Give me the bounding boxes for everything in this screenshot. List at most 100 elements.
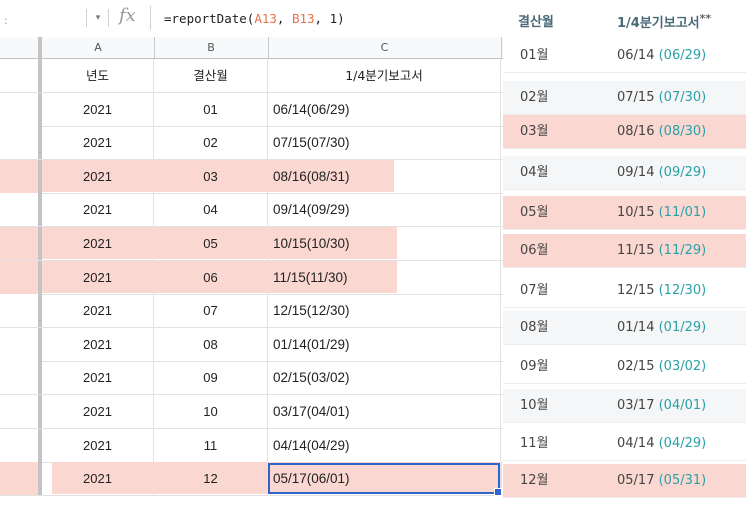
- cell-year[interactable]: 2021: [42, 395, 154, 428]
- reference-month: 11월: [520, 436, 549, 451]
- cell-report-date[interactable]: 01/14(01/29): [268, 327, 501, 361]
- reference-date-deadline: (04/29): [658, 436, 707, 451]
- reference-date: 04/14 (04/29): [617, 427, 737, 461]
- cell-report-date[interactable]: 04/14(04/29): [268, 428, 501, 462]
- reference-row: 06월 11/15 (11/29): [503, 234, 746, 268]
- cell-year[interactable]: 2021: [42, 159, 154, 193]
- reference-date-deadline: (11/29): [658, 243, 707, 258]
- spreadsheet: : ▾ fx =reportDate(A13, B13, 1) A B C 년도…: [0, 0, 503, 517]
- select-all-corner[interactable]: [0, 37, 42, 58]
- formula-separator: ,: [276, 11, 292, 26]
- cell-year[interactable]: 2021: [42, 294, 154, 328]
- cell-year[interactable]: 2021: [42, 260, 154, 294]
- reference-month: 06월: [520, 243, 549, 258]
- row-header[interactable]: [0, 92, 42, 126]
- cell-month[interactable]: 07: [154, 294, 268, 328]
- table-row: 2021 02 07/15(07/30): [0, 126, 503, 161]
- cell-report-date[interactable]: 07/15(07/30): [268, 126, 501, 160]
- reference-month: 05월: [520, 205, 549, 220]
- cell-month[interactable]: 12: [154, 462, 268, 496]
- cell-report-date[interactable]: 06/14(06/29): [268, 92, 501, 126]
- reference-row: 05월 10/15 (11/01): [503, 196, 746, 230]
- reference-row: 07월 12/15 (12/30): [503, 274, 746, 308]
- row-header[interactable]: [0, 428, 42, 462]
- row-header[interactable]: [0, 159, 42, 193]
- cell-report-date[interactable]: 10/15(10/30): [268, 227, 501, 260]
- reference-row: 09월 02/15 (03/02): [503, 350, 746, 384]
- cell-year[interactable]: 2021: [42, 361, 154, 395]
- cell-report-date[interactable]: 08/16(08/31): [268, 159, 501, 193]
- reference-month: 10월: [520, 398, 549, 413]
- cell-month[interactable]: 06: [154, 260, 268, 294]
- header-report: 1/4분기보고서**: [617, 12, 711, 31]
- reference-date-deadline: (07/30): [658, 90, 707, 105]
- table-row: 2021 09 02/15(03/02): [0, 361, 503, 396]
- reference-table: 결산월 1/4분기보고서** 01월 06/14 (06/29) 02월 07/15 …: [503, 0, 746, 517]
- divider: [86, 9, 87, 27]
- reference-date-deadline: (05/31): [658, 473, 707, 488]
- divider: [108, 9, 109, 27]
- row-header[interactable]: [0, 327, 42, 361]
- cell-year[interactable]: 2021: [42, 462, 154, 496]
- cell-month[interactable]: 08: [154, 327, 268, 361]
- reference-row: 02월 07/15 (07/30): [503, 81, 746, 115]
- reference-date-main: 01/14: [617, 320, 655, 335]
- cell-year[interactable]: 2021: [42, 193, 154, 227]
- row-header[interactable]: [0, 59, 42, 92]
- reference-month: 12월: [520, 473, 549, 488]
- cell-year[interactable]: 2021: [42, 227, 154, 260]
- cell-year[interactable]: 2021: [42, 327, 154, 361]
- row-header[interactable]: [0, 361, 42, 395]
- cell-report-date[interactable]: 12/15(12/30): [268, 294, 501, 328]
- reference-date-deadline: (01/29): [658, 320, 707, 335]
- cell-report-date[interactable]: 09/14(09/29): [268, 193, 501, 227]
- cell-report-date[interactable]: 11/15(11/30): [268, 260, 501, 294]
- cell-month[interactable]: 11: [154, 428, 268, 462]
- reference-date: 08/16 (08/30): [617, 115, 737, 149]
- cell-report-date[interactable]: 1/4분기보고서: [268, 59, 501, 92]
- cell-year[interactable]: 2021: [42, 428, 154, 462]
- reference-date: 12/15 (12/30): [617, 274, 737, 308]
- column-header-b[interactable]: B: [154, 37, 269, 58]
- formula-input[interactable]: =reportDate(A13, B13, 1): [164, 11, 345, 26]
- cell-report-date[interactable]: 02/15(03/02): [268, 361, 501, 395]
- cell-month[interactable]: 10: [154, 395, 268, 428]
- row-header[interactable]: [0, 227, 42, 260]
- row-header[interactable]: [0, 395, 42, 428]
- reference-date-deadline: (03/02): [658, 359, 707, 374]
- reference-date-deadline: (12/30): [658, 283, 707, 298]
- cell-month[interactable]: 03: [154, 159, 268, 193]
- row-header[interactable]: [0, 462, 42, 496]
- cell-month[interactable]: 09: [154, 361, 268, 395]
- reference-date-deadline: (06/29): [658, 48, 707, 63]
- cell-year[interactable]: 년도: [42, 59, 154, 92]
- table-row: 2021 08 01/14(01/29): [0, 327, 503, 362]
- cell-month[interactable]: 02: [154, 126, 268, 160]
- column-header-a[interactable]: A: [42, 37, 155, 58]
- fill-handle[interactable]: [494, 488, 502, 496]
- cell-month[interactable]: 01: [154, 92, 268, 126]
- chevron-down-icon[interactable]: ▾: [91, 11, 105, 25]
- reference-month: 09월: [520, 359, 549, 374]
- reference-row: 11월 04/14 (04/29): [503, 427, 746, 461]
- cell-month[interactable]: 05: [154, 227, 268, 260]
- header-report-text: 1/4분기보고서: [617, 16, 700, 31]
- row-header[interactable]: [0, 126, 42, 160]
- cell-year[interactable]: 2021: [42, 92, 154, 126]
- row-header[interactable]: [0, 260, 42, 294]
- row-header[interactable]: [0, 294, 42, 328]
- cell-report-date[interactable]: 03/17(04/01): [268, 395, 501, 428]
- reference-month: 01월: [520, 48, 549, 63]
- cell-year[interactable]: 2021: [42, 126, 154, 160]
- reference-month: 07월: [520, 283, 549, 298]
- reference-row: 12월 05/17 (05/31): [503, 464, 746, 498]
- table-row: 2021 05 10/15(10/30): [0, 227, 503, 261]
- row-header[interactable]: [0, 193, 42, 227]
- table-row: 2021 03 08/16(08/31): [0, 159, 503, 194]
- reference-month: 04월: [520, 165, 549, 180]
- column-header-c[interactable]: C: [268, 37, 502, 58]
- reference-date-main: 10/15: [617, 205, 655, 220]
- cell-month[interactable]: 결산월: [154, 59, 268, 92]
- cell-month[interactable]: 04: [154, 193, 268, 227]
- reference-date: 07/15 (07/30): [617, 81, 737, 115]
